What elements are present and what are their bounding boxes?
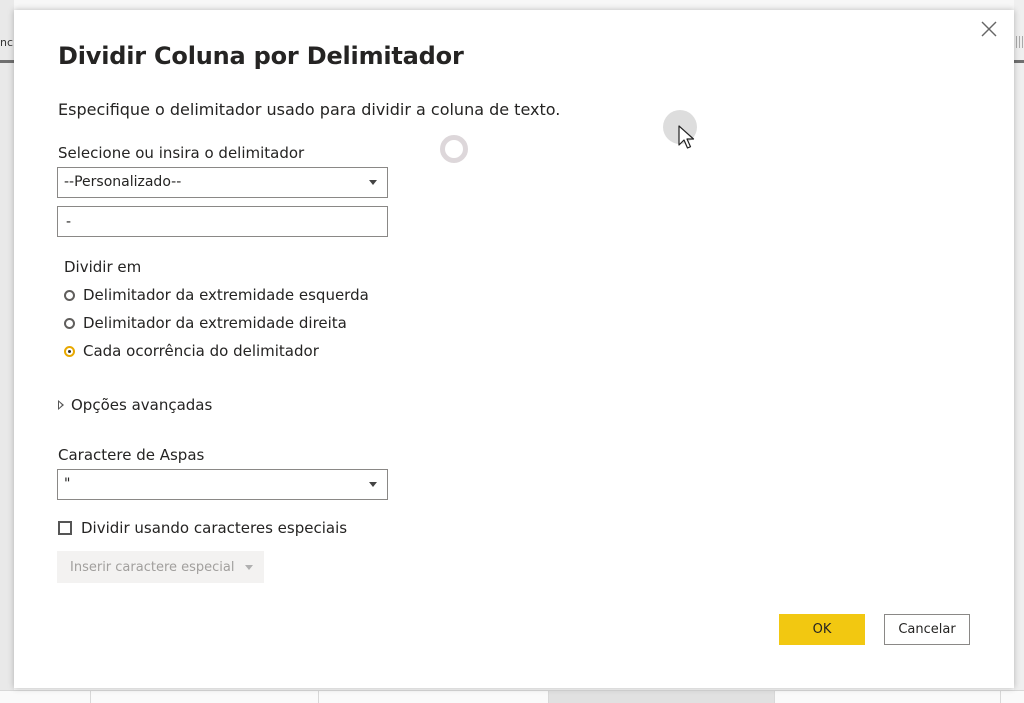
radio-label: Delimitador da extremidade esquerda	[83, 286, 369, 304]
special-chars-checkbox[interactable]	[58, 521, 72, 535]
custom-delimiter-input[interactable]	[58, 207, 387, 236]
chevron-down-icon	[369, 180, 377, 185]
background-bottom-row	[0, 690, 1024, 703]
expand-triangle-icon	[58, 400, 64, 410]
advanced-options-label: Opções avançadas	[71, 396, 213, 414]
chevron-down-icon	[244, 564, 253, 570]
insert-special-char-label: Inserir caractere especial	[70, 559, 235, 575]
dialog-subtitle: Especifique o delimitador usado para div…	[58, 100, 561, 119]
ok-button[interactable]: OK	[779, 614, 865, 645]
background-right-edge	[1014, 0, 1024, 702]
background-cell-divider	[548, 691, 549, 703]
split-column-dialog: Dividir Coluna por Delimitador Especifiq…	[14, 10, 1014, 688]
radio-button[interactable]	[64, 289, 75, 301]
radio-rightmost-delimiter[interactable]: Delimitador da extremidade direita	[64, 314, 347, 332]
mouse-cursor-icon	[678, 125, 695, 149]
radio-label: Cada ocorrência do delimitador	[83, 342, 319, 360]
split-at-label: Dividir em	[64, 258, 142, 276]
radio-button-selected[interactable]	[64, 345, 75, 357]
quote-char-label: Caractere de Aspas	[58, 446, 205, 464]
delimiter-dropdown-value: --Personalizado--	[64, 174, 182, 190]
background-cell-divider	[318, 691, 319, 703]
delimiter-dropdown[interactable]: --Personalizado--	[57, 167, 388, 198]
special-chars-label: Dividir usando caracteres especiais	[81, 519, 348, 537]
background-selected-column	[548, 691, 774, 703]
background-header-bar-right	[1014, 60, 1024, 63]
cancel-button[interactable]: Cancelar	[884, 614, 970, 645]
dialog-title: Dividir Coluna por Delimitador	[58, 42, 464, 70]
loading-spinner-icon	[440, 135, 468, 163]
background-left-edge	[0, 0, 14, 702]
background-header-bar	[0, 60, 14, 63]
quote-char-dropdown-value: "	[64, 476, 71, 492]
background-grid-icon	[1016, 36, 1024, 48]
custom-delimiter-field[interactable]	[57, 206, 388, 237]
delimiter-label: Selecione ou insira o delimitador	[58, 144, 305, 162]
close-icon[interactable]	[978, 18, 1000, 40]
radio-each-occurrence[interactable]: Cada ocorrência do delimitador	[64, 342, 319, 360]
background-cell-divider	[774, 691, 775, 703]
advanced-options-toggle[interactable]: Opções avançadas	[58, 396, 212, 414]
background-column-header: nc	[0, 36, 14, 49]
special-chars-option[interactable]: Dividir usando caracteres especiais	[58, 519, 347, 537]
quote-char-dropdown[interactable]: "	[57, 469, 388, 500]
chevron-down-icon	[369, 482, 377, 487]
background-cell-divider	[90, 691, 91, 703]
radio-button[interactable]	[64, 317, 75, 329]
radio-leftmost-delimiter[interactable]: Delimitador da extremidade esquerda	[64, 286, 369, 304]
background-cell-divider	[1000, 691, 1001, 703]
radio-label: Delimitador da extremidade direita	[83, 314, 347, 332]
insert-special-char-button: Inserir caractere especial	[57, 551, 264, 583]
